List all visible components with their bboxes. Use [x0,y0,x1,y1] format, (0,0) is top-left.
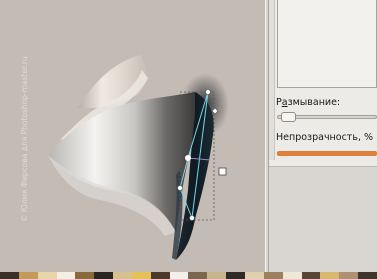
image-canvas[interactable]: © Юлия Фирсова для Photoshop-master.ru [0,0,265,272]
preview-area [277,0,377,88]
blur-label: Размывание: [276,97,340,108]
blur-label-rest: змывание: [287,97,341,108]
gradient-wave-artwork [48,55,229,260]
panel-empty-area [269,166,377,273]
properties-panel: Размывание: Непрозрачность, % [269,0,377,273]
palette-swatch[interactable] [0,272,19,279]
palette-swatch[interactable] [150,272,170,279]
palette-swatch[interactable] [188,272,208,279]
palette-swatch[interactable] [226,272,245,279]
opacity-slider[interactable] [277,151,377,156]
palette-swatch[interactable] [169,272,189,279]
palette-swatch[interactable] [94,272,114,279]
color-palette-strip[interactable] [0,272,377,279]
palette-swatch[interactable] [207,272,227,279]
opacity-label: Непрозрачность, % [276,132,374,143]
palette-swatch[interactable] [339,272,359,279]
palette-swatch[interactable] [320,272,340,279]
palette-swatch[interactable] [244,272,264,279]
palette-swatch[interactable] [301,272,321,279]
palette-swatch[interactable] [131,272,151,279]
watermark-text: © Юлия Фирсова для Photoshop-master.ru [20,56,29,222]
palette-swatch[interactable] [358,272,377,279]
panel-scrollbar[interactable] [269,0,275,160]
palette-swatch[interactable] [75,272,95,279]
blur-slider[interactable] [277,112,377,122]
palette-swatch[interactable] [263,272,283,279]
palette-swatch[interactable] [56,272,76,279]
palette-swatch[interactable] [37,272,57,279]
palette-swatch[interactable] [113,272,132,279]
palette-swatch[interactable] [282,272,302,279]
blur-slider-handle[interactable] [281,112,297,122]
palette-swatch[interactable] [18,272,38,279]
